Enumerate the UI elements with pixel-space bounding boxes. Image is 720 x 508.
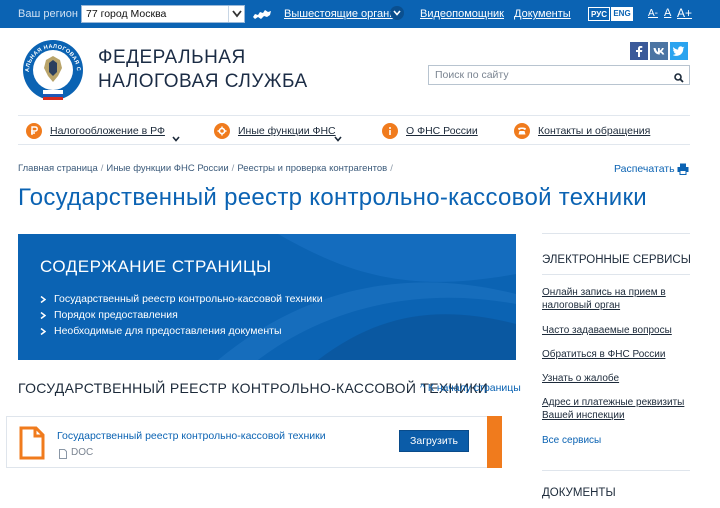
region-select-value: 77 город Москва <box>86 8 167 20</box>
top-bar: Ваш регион 77 город Москва Вышестоящие о… <box>0 0 720 28</box>
region-label: Ваш регион <box>18 8 78 20</box>
documents-link[interactable]: Документы <box>514 8 571 20</box>
search-placeholder: Поиск по сайту <box>435 69 509 81</box>
contents-item[interactable]: Необходимые для предоставления документы <box>40 323 323 339</box>
document-card: Государственный реестр контрольно-кассов… <box>6 416 502 468</box>
breadcrumb-separator: / <box>100 163 104 174</box>
chevron-right-icon <box>40 296 46 303</box>
chevron-right-icon <box>40 328 46 335</box>
printer-icon[interactable] <box>677 162 689 180</box>
doc-format-icon <box>59 446 67 464</box>
russia-map-icon[interactable] <box>252 8 272 26</box>
contents-item-label: Необходимые для предоставления документы <box>54 325 282 337</box>
sidebar-link-contact-fns[interactable]: Обратиться в ФНС России <box>542 348 692 361</box>
search-input[interactable]: Поиск по сайту <box>428 65 690 85</box>
org-name-line1: ФЕДЕРАЛЬНАЯ <box>98 47 246 68</box>
nav-item-label: О ФНС России <box>406 125 478 137</box>
font-increase-button[interactable]: A+ <box>677 6 692 20</box>
font-normal-button[interactable]: A <box>664 7 671 19</box>
chevron-down-icon <box>334 129 342 147</box>
higher-bodies-link[interactable]: Вышестоящие органы <box>284 8 397 20</box>
sidebar-divider <box>542 233 690 234</box>
lang-ru-button[interactable]: РУС <box>588 7 610 21</box>
breadcrumb-home[interactable]: Главная страница <box>18 163 98 174</box>
main-nav: Налогообложение в РФ Иные функции ФНС О … <box>18 115 690 145</box>
twitter-icon[interactable] <box>670 42 688 60</box>
chevron-down-icon <box>228 6 244 22</box>
phone-icon <box>514 123 530 139</box>
breadcrumb-registries[interactable]: Реестры и проверка контрагентов <box>237 163 387 174</box>
sidebar-divider <box>542 274 690 275</box>
breadcrumb-separator: / <box>231 163 235 174</box>
chevron-down-icon <box>172 129 180 147</box>
contents-item[interactable]: Порядок предоставления <box>40 307 323 323</box>
region-select[interactable]: 77 город Москва <box>81 5 245 23</box>
breadcrumb-separator: / <box>390 163 393 174</box>
sidebar-all-services-link[interactable]: Все сервисы <box>542 434 692 447</box>
sidebar-link-faq[interactable]: Часто задаваемые вопросы <box>542 324 692 337</box>
nav-item-label: Иные функции ФНС <box>238 125 336 137</box>
breadcrumb: Главная страница / Иные функции ФНС России… <box>18 163 396 174</box>
print-link[interactable]: Распечатать <box>614 163 675 175</box>
font-decrease-button[interactable]: A- <box>648 8 658 19</box>
sidebar-link-online-appointment[interactable]: Онлайн запись на прием в налоговый орган <box>542 286 692 312</box>
sidebar-divider <box>542 470 690 471</box>
page-title: Государственный реестр контрольно-кассов… <box>18 184 647 211</box>
vk-icon[interactable] <box>650 42 668 60</box>
sidebar-documents-title: ДОКУМЕНТЫ <box>542 487 616 499</box>
sidebar-eservices-title: ЭЛЕКТРОННЫЕ СЕРВИСЫ <box>542 254 691 266</box>
document-name-link[interactable]: Государственный реестр контрольно-кассов… <box>57 430 326 442</box>
chevron-down-icon[interactable] <box>390 6 404 20</box>
nav-item-label: Налогообложение в РФ <box>50 125 165 137</box>
page-contents-banner: СОДЕРЖАНИЕ СТРАНИЦЫ Государственный реес… <box>18 234 516 360</box>
nav-item-label: Контакты и обращения <box>538 125 651 137</box>
document-format: DOC <box>71 447 94 458</box>
back-to-top-link[interactable]: ^ К началу страницы <box>420 382 521 394</box>
search-icon[interactable] <box>674 70 684 88</box>
orange-accent-strip <box>487 416 502 468</box>
org-name[interactable]: ФЕДЕРАЛЬНАЯ НАЛОГОВАЯ СЛУЖБА <box>98 46 308 94</box>
ruble-icon <box>26 123 42 139</box>
fns-logo[interactable]: ФЕДЕРАЛЬНАЯ НАЛОГОВАЯ СЛУЖБА <box>14 32 88 102</box>
document-file-icon <box>19 426 45 465</box>
lang-en-button[interactable]: ENG <box>611 7 633 21</box>
download-button[interactable]: Загрузить <box>399 430 469 452</box>
breadcrumb-other-functions[interactable]: Иные функции ФНС России <box>106 163 228 174</box>
contents-item[interactable]: Государственный реестр контрольно-кассов… <box>40 291 323 307</box>
org-name-line2: НАЛОГОВАЯ СЛУЖБА <box>98 71 308 92</box>
contents-item-label: Порядок предоставления <box>54 309 178 321</box>
sidebar-link-complaint[interactable]: Узнать о жалобе <box>542 372 692 385</box>
contents-item-label: Государственный реестр контрольно-кассов… <box>54 293 323 305</box>
section-title: ГОСУДАРСТВЕННЫЙ РЕЕСТР КОНТРОЛЬНО-КАССОВ… <box>18 380 489 396</box>
contents-title: СОДЕРЖАНИЕ СТРАНИЦЫ <box>40 257 272 276</box>
contents-list: Государственный реестр контрольно-кассов… <box>40 291 323 339</box>
facebook-icon[interactable] <box>630 42 648 60</box>
chevron-right-icon <box>40 312 46 319</box>
video-help-link[interactable]: Видеопомощник <box>420 8 504 20</box>
gear-icon <box>214 123 230 139</box>
info-icon <box>382 123 398 139</box>
sidebar-link-inspection-details[interactable]: Адрес и платежные реквизиты Вашей инспек… <box>542 396 692 422</box>
